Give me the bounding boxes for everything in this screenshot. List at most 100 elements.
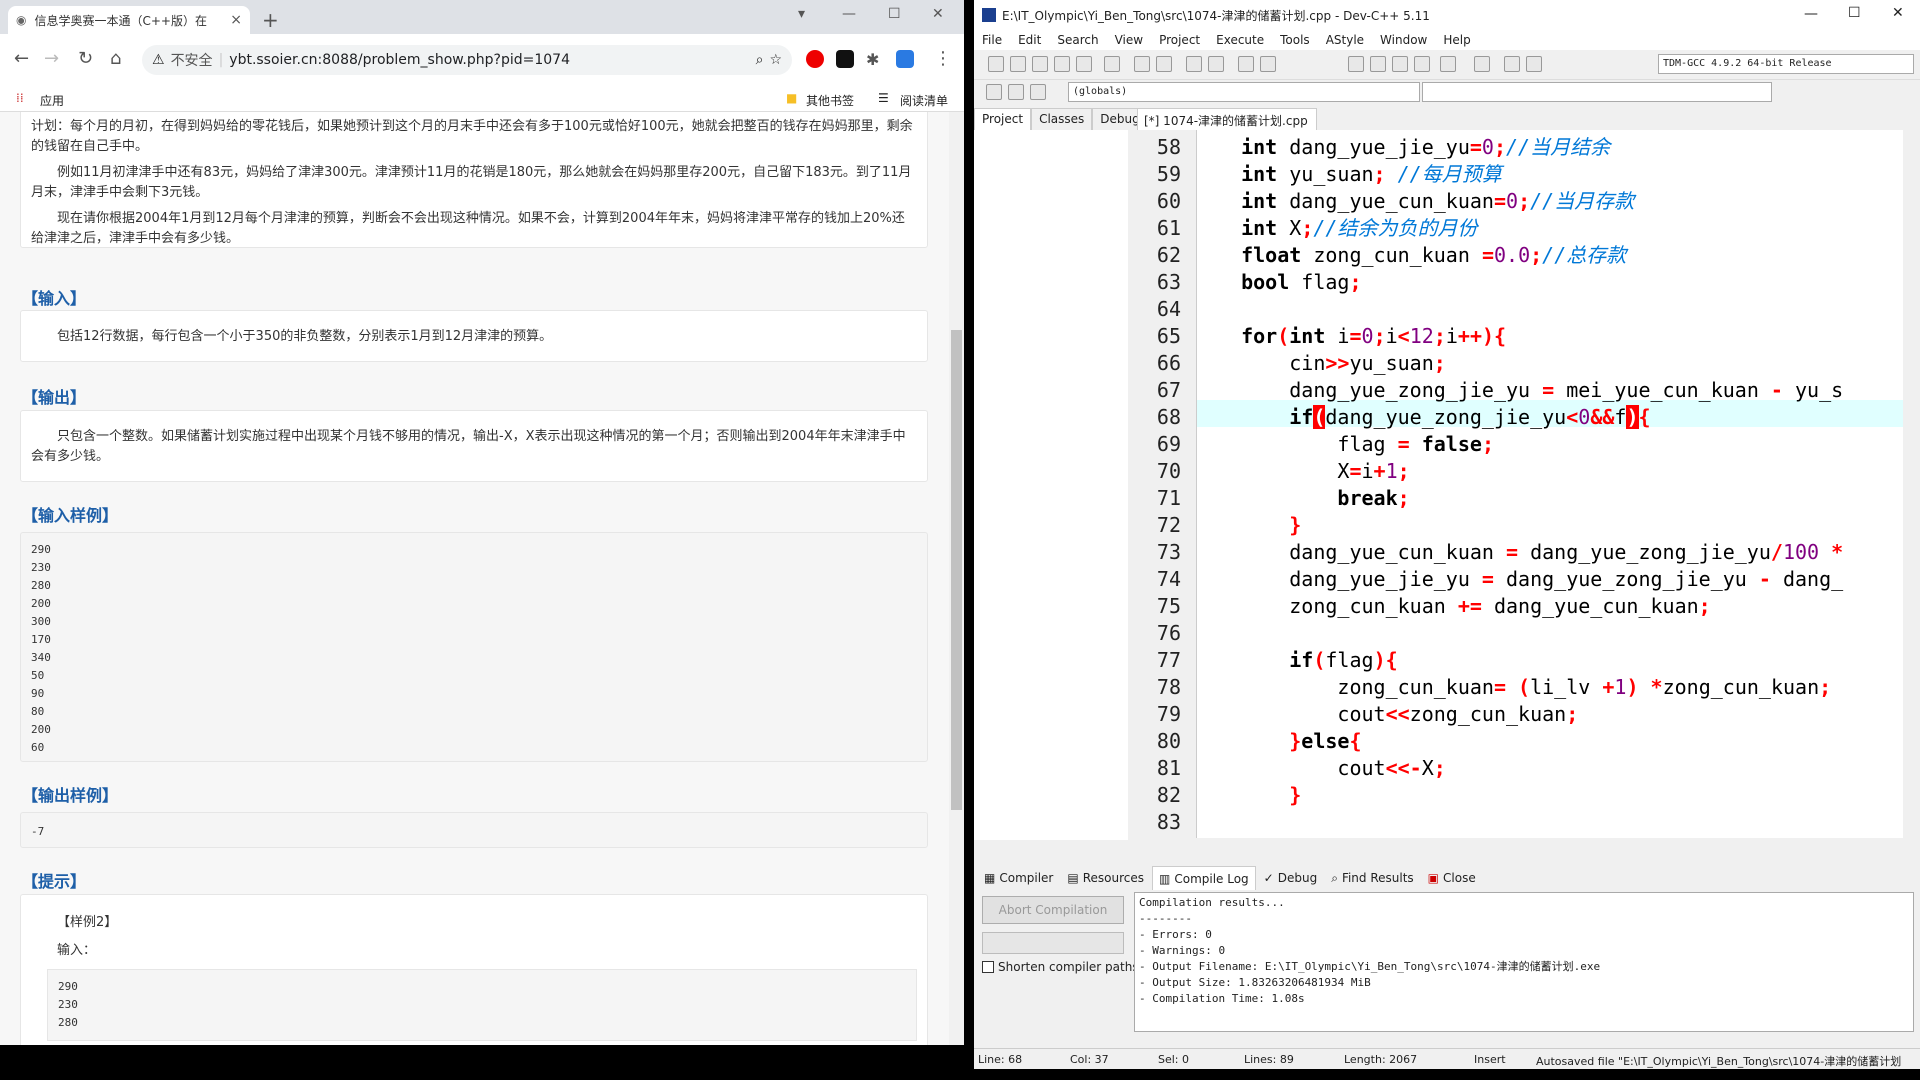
editor-vertical-scrollbar[interactable] — [1903, 130, 1920, 840]
line-number: 83 — [1156, 810, 1181, 834]
browser-tab[interactable]: ◉ 信息学奥赛一本通（C++版）在 × — [8, 6, 250, 34]
hint-input-box: 290 230 280 — [47, 969, 917, 1041]
opera-extension-icon[interactable] — [806, 50, 824, 68]
sample-input-line: 300 — [31, 615, 51, 628]
ide-statusbar: Line: 68 Col: 37 Sel: 0 Lines: 89 Length… — [974, 1048, 1920, 1069]
sample-input-line: 230 — [31, 561, 51, 574]
maximize-icon[interactable]: ☐ — [888, 6, 901, 22]
profile-extension-icon[interactable] — [896, 50, 914, 68]
indent-icon[interactable] — [1238, 56, 1254, 72]
page-scrollbar-thumb[interactable] — [951, 330, 962, 810]
check-syntax-icon[interactable] — [1440, 56, 1456, 72]
project-pane[interactable] — [974, 130, 1128, 840]
abort-icon[interactable] — [1474, 56, 1490, 72]
bookmark-icon[interactable] — [1030, 84, 1046, 100]
find-icon[interactable] — [1186, 56, 1202, 72]
menu-tools[interactable]: Tools — [1280, 33, 1310, 47]
new-file-icon[interactable] — [988, 56, 1004, 72]
home-button[interactable]: ⌂ — [110, 48, 121, 69]
goto-icon[interactable] — [1414, 56, 1430, 72]
compile-log[interactable]: Compilation results... -------- - Errors… — [1134, 892, 1914, 1032]
reload-button[interactable]: ↻ — [78, 48, 93, 69]
bookmark-star-icon[interactable]: ☆ — [769, 52, 782, 68]
address-bar[interactable]: ⚠ 不安全 | ybt.ssoier.cn:8088/problem_show.… — [142, 45, 792, 75]
file-tab[interactable]: [*] 1074-津津的储蓄计划.cpp — [1137, 108, 1317, 130]
new-project-icon[interactable] — [1348, 56, 1364, 72]
line-number: 63 — [1156, 270, 1181, 294]
toggle-icon[interactable] — [1392, 56, 1408, 72]
tab-close-panel[interactable]: ▣ Close — [1422, 866, 1482, 890]
code-line: if(flag){ — [1289, 648, 1398, 672]
code-editor[interactable]: 58 59 60 61 62 63 64 65 66 67 68 69 70 7… — [1137, 130, 1914, 840]
scope-combo[interactable]: (globals) — [1068, 82, 1420, 102]
menu-execute[interactable]: Execute — [1216, 33, 1264, 47]
tab-find-results-label: Find Results — [1341, 871, 1414, 885]
replace-icon[interactable] — [1208, 56, 1224, 72]
menu-search[interactable]: Search — [1057, 33, 1098, 47]
function-combo[interactable] — [1422, 82, 1772, 102]
tab-project[interactable]: Project — [974, 108, 1032, 130]
save-icon[interactable] — [1032, 56, 1048, 72]
menu-view[interactable]: View — [1115, 33, 1143, 47]
ide-close-icon[interactable]: ✕ — [1892, 5, 1904, 21]
shorten-paths-label: Shorten compiler paths — [998, 960, 1139, 974]
tab-compiler[interactable]: ▦ Compiler — [978, 866, 1059, 890]
text-extension-icon[interactable] — [836, 50, 854, 68]
shorten-paths-checkbox[interactable] — [982, 961, 994, 973]
menu-help[interactable]: Help — [1443, 33, 1470, 47]
class-icon[interactable] — [986, 84, 1002, 100]
tab-search-icon[interactable]: ▾ — [798, 6, 805, 22]
tab-resources[interactable]: ▤ Resources — [1061, 866, 1150, 890]
sample-input-line: 200 — [31, 723, 51, 736]
save-all-icon[interactable] — [1054, 56, 1070, 72]
code-line: for(int i=0;i<12;i++){ — [1241, 324, 1507, 348]
close-file-icon[interactable] — [1076, 56, 1092, 72]
ide-maximize-icon[interactable]: ☐ — [1848, 5, 1861, 21]
menu-edit[interactable]: Edit — [1018, 33, 1041, 47]
forward-button[interactable]: → — [44, 48, 59, 69]
tab-find-results[interactable]: ⌕ Find Results — [1325, 866, 1419, 890]
shorten-paths-option[interactable]: Shorten compiler paths — [982, 960, 1139, 974]
close-tab-icon[interactable]: × — [230, 12, 242, 28]
menu-kebab-icon[interactable]: ⋮ — [934, 48, 952, 69]
open-file-icon[interactable] — [1010, 56, 1026, 72]
tab-compile-log[interactable]: ▥ Compile Log — [1152, 866, 1256, 890]
redo-icon[interactable] — [1156, 56, 1172, 72]
close-window-icon[interactable]: ✕ — [932, 6, 944, 22]
tab-classes[interactable]: Classes — [1031, 108, 1093, 130]
resources-icon: ▤ — [1067, 871, 1079, 885]
menu-window[interactable]: Window — [1380, 33, 1427, 47]
unindent-icon[interactable] — [1260, 56, 1276, 72]
puzzle-extensions-icon[interactable]: ✱ — [866, 50, 879, 69]
minimize-icon[interactable]: — — [842, 6, 856, 22]
menu-astyle[interactable]: AStyle — [1326, 33, 1364, 47]
new-tab-button[interactable]: + — [262, 8, 279, 32]
code-line: zong_cun_kuan= (li_lv +1) *zong_cun_kuan… — [1217, 675, 1832, 699]
undo-icon[interactable] — [1134, 56, 1150, 72]
menu-file[interactable]: File — [982, 33, 1002, 47]
insert-icon[interactable] — [1370, 56, 1386, 72]
ide-minimize-icon[interactable]: — — [1804, 6, 1818, 22]
insecure-label: 不安全 — [170, 53, 213, 69]
back-button[interactable]: ← — [14, 48, 29, 69]
apps-grid-icon: ⁞⁞ — [16, 91, 24, 105]
tab-debug-bottom[interactable]: ✓ Debug — [1258, 866, 1324, 890]
hint-input-line: 230 — [58, 998, 78, 1011]
url-text[interactable]: ybt.ssoier.cn:8088/problem_show.php?pid=… — [229, 52, 570, 68]
code-line: bool flag; — [1241, 270, 1362, 294]
sample-input-box: 290 230 280 200 300 170 340 50 90 80 200… — [20, 532, 928, 762]
compiler-select[interactable]: TDM-GCC 4.9.2 64-bit Release — [1658, 54, 1914, 74]
apps-link[interactable]: 应用 — [40, 92, 64, 109]
line-number: 69 — [1156, 432, 1181, 456]
reading-list[interactable]: 阅读清单 — [900, 92, 948, 109]
zoom-icon[interactable]: ⌕ — [756, 52, 764, 68]
print-icon[interactable] — [1104, 56, 1120, 72]
menu-project[interactable]: Project — [1159, 33, 1200, 47]
abort-compilation-button[interactable]: Abort Compilation — [982, 896, 1124, 924]
sample-input-line: 290 — [31, 543, 51, 556]
editor-horizontal-scrollbar[interactable] — [1137, 838, 1903, 855]
other-bookmarks[interactable]: 其他书签 — [806, 92, 854, 109]
add-member-icon[interactable] — [1008, 84, 1024, 100]
debug-icon[interactable] — [1526, 56, 1542, 72]
chart-icon[interactable] — [1504, 56, 1520, 72]
